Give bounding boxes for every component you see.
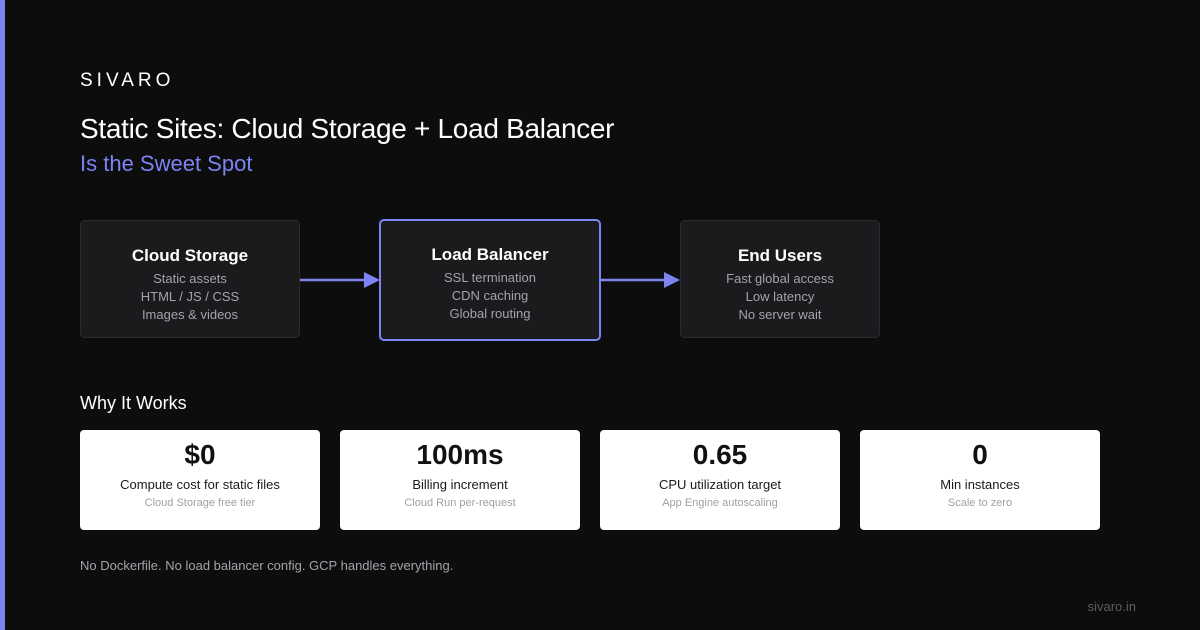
stat-card: $0 Compute cost for static files Cloud S… [80, 430, 320, 530]
page-subtitle: Is the Sweet Spot [80, 151, 253, 176]
arrow-storage-to-lb [300, 272, 380, 288]
stat-value: $0 [184, 439, 216, 470]
stat-label: Compute cost for static files [120, 477, 280, 492]
brand-logo: SIVARO [80, 70, 175, 91]
node-cloud-storage: Cloud Storage Static assets HTML / JS / … [80, 220, 300, 338]
node-title: Load Balancer [431, 245, 549, 264]
stat-card: 0 Min instances Scale to zero [860, 430, 1100, 530]
stat-label: Billing increment [412, 477, 508, 492]
node-line: Static assets [153, 271, 227, 286]
stat-sublabel: Cloud Run per-request [404, 497, 516, 509]
node-line: HTML / JS / CSS [140, 289, 240, 304]
node-load-balancer: Load Balancer SSL termination CDN cachin… [379, 219, 601, 341]
stat-card: 0.65 CPU utilization target App Engine a… [600, 430, 840, 530]
node-title: Cloud Storage [131, 246, 249, 265]
stat-sublabel: Scale to zero [947, 497, 1013, 509]
stat-card: 100ms Billing increment Cloud Run per-re… [340, 430, 580, 530]
node-line: Low latency [745, 289, 815, 304]
section-title: Why It Works [80, 393, 187, 413]
stat-sublabel: Cloud Storage free tier [144, 497, 256, 509]
node-end-users: End Users Fast global access Low latency… [680, 220, 880, 338]
stat-value: 100ms [416, 439, 504, 470]
node-line: Images & videos [141, 307, 239, 322]
arrow-lb-to-users [601, 272, 680, 288]
node-line: No server wait [738, 307, 822, 322]
stat-value: 0 [972, 439, 988, 470]
node-line: SSL termination [443, 270, 536, 285]
accent-bar [0, 0, 5, 630]
stat-label: Min instances [940, 477, 1020, 492]
footnote: No Dockerfile. No load balancer config. … [80, 558, 454, 573]
node-line: Global routing [449, 306, 531, 321]
page-title: Static Sites: Cloud Storage + Load Balan… [80, 113, 615, 144]
stat-value: 0.65 [692, 439, 748, 470]
site-url: sivaro.in [1087, 599, 1136, 614]
stat-sublabel: App Engine autoscaling [662, 497, 778, 509]
stat-label: CPU utilization target [658, 477, 782, 492]
node-title: End Users [737, 246, 823, 265]
node-line: CDN caching [451, 288, 529, 303]
node-line: Fast global access [726, 271, 834, 286]
